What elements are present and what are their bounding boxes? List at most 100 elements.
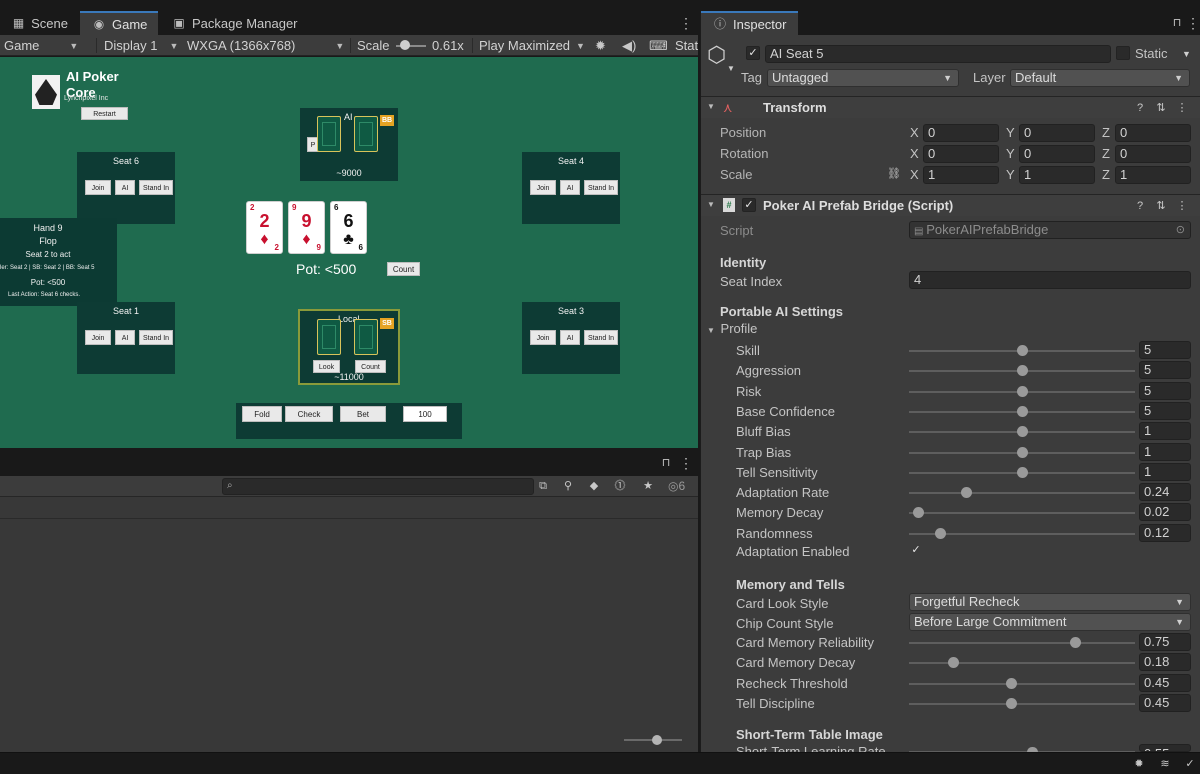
profile-slider-knob-7[interactable] [960,487,972,499]
profile-slider-knob-8[interactable] [913,507,925,519]
profile-value-field-5[interactable]: 1 [1139,442,1191,461]
profile-slider-knob-2[interactable] [1016,385,1028,397]
pot-count-button[interactable]: Count [387,262,420,276]
game-mode-dropdown[interactable]: Game ▼ [4,35,94,56]
zoom-slider-knob[interactable] [652,735,662,745]
profile-slider-knob-0[interactable] [1016,345,1028,356]
preset-icon[interactable]: ⇅ [1155,200,1167,212]
profile-value-field-6[interactable]: 1 [1139,462,1191,481]
hierarchy-icon[interactable]: ⚲ [562,480,574,492]
profile-slider-knob-9[interactable] [934,527,946,539]
memory-slider-track-2[interactable] [909,682,1135,685]
script-component-header[interactable]: ▼ # ✓ Poker AI Prefab Bridge (Script) ? … [701,194,1200,216]
memory-slider-track-1[interactable] [909,662,1135,665]
seat-index-field[interactable]: 4 [909,271,1191,289]
card-look-style-dropdown[interactable]: Forgetful Recheck ▼ [909,593,1191,611]
memory-value-field-0[interactable]: 0.75 [1139,633,1191,651]
left-pane-menu-icon[interactable]: ⋮ [679,16,693,30]
lock-icon[interactable]: ⊓ [1171,17,1183,29]
profile-slider-knob-6[interactable] [1016,466,1028,478]
profile-value-field-4[interactable]: 1 [1139,422,1191,441]
status-check-icon[interactable]: ✓ [1183,758,1197,770]
seat-4-stand-in-button[interactable]: Stand In [584,180,618,195]
bet-button[interactable]: Bet [340,406,386,422]
component-menu-icon[interactable]: ⋮ [1176,102,1188,114]
short-term-learning-rate-field[interactable]: 0.55 [1139,744,1191,752]
scale-x-field[interactable]: 1 [923,166,999,184]
memory-slider-knob-3[interactable] [1005,697,1017,709]
collapse-icon[interactable]: ⧉ [537,480,549,492]
seat-3-ai-button[interactable]: AI [560,330,580,345]
rotation-z-field[interactable]: 0 [1115,145,1191,163]
tab-inspector[interactable]: ⓘ Inspector [701,11,798,35]
profile-foldout[interactable]: ▼ Profile [707,321,757,336]
console-search-input[interactable]: ⌕ [222,478,534,495]
profile-value-field-8[interactable]: 0.02 [1139,503,1191,522]
console-menu-icon[interactable]: ⋮ [679,456,693,470]
lock-icon[interactable]: ⊓ [660,457,672,469]
seat-1-join-button[interactable]: Join [85,330,111,345]
position-z-field[interactable]: 0 [1115,124,1191,142]
bet-amount-input[interactable]: 100 [403,406,447,422]
profile-value-field-1[interactable]: 5 [1139,361,1191,380]
profile-slider-knob-1[interactable] [1016,365,1028,377]
link-icon[interactable]: ⛓ [887,168,901,180]
transform-header[interactable]: ▼ ⋏ Transform ? ⇅ ⋮ [701,96,1200,118]
script-enabled-checkbox[interactable]: ✓ [742,198,756,212]
profile-slider-knob-4[interactable] [1016,426,1028,438]
seat-1-ai-button[interactable]: AI [115,330,135,345]
inspector-menu-icon[interactable]: ⋮ [1186,16,1200,30]
tab-game[interactable]: ◉ Game [80,11,158,35]
memory-slider-knob-2[interactable] [1005,677,1017,689]
seat-6-join-button[interactable]: Join [85,180,111,195]
warning-icon[interactable]: ⓵ [614,480,626,492]
memory-slider-knob-0[interactable] [1070,637,1082,648]
layer-dropdown[interactable]: Default ▼ [1010,69,1190,87]
seat-6-stand-in-button[interactable]: Stand In [139,180,173,195]
seat-3-join-button[interactable]: Join [530,330,556,345]
component-menu-icon[interactable]: ⋮ [1176,200,1188,212]
static-checkbox[interactable] [1116,46,1130,60]
tag-icon[interactable]: ◆ [588,480,600,492]
tab-scene[interactable]: ▦ Scene [0,11,78,35]
seat-1-stand-in-button[interactable]: Stand In [139,330,173,345]
preset-icon[interactable]: ⇅ [1155,102,1167,114]
fold-button[interactable]: Fold [242,406,282,422]
layers-icon[interactable]: ≋ [1158,758,1172,770]
visibility-toggle[interactable]: ◎6 [668,479,685,493]
check-button[interactable]: Check [285,406,333,422]
debug-mode-icon[interactable]: ✹ [1132,758,1146,770]
rotation-y-field[interactable]: 0 [1019,145,1095,163]
keyboard-icon[interactable]: ⌨ [649,35,668,56]
profile-value-field-7[interactable]: 0.24 [1139,483,1191,502]
seat-6-ai-button[interactable]: AI [115,180,135,195]
position-x-field[interactable]: 0 [923,124,999,142]
audio-icon[interactable]: ◀) [622,35,636,56]
memory-slider-track-0[interactable] [909,642,1135,644]
memory-value-field-2[interactable]: 0.45 [1139,673,1191,692]
restart-button[interactable]: Restart [81,107,128,120]
object-picker-icon[interactable]: ⊙ [1176,222,1185,238]
object-name-field[interactable]: AI Seat 5 [765,45,1111,63]
help-icon[interactable]: ? [1134,102,1146,114]
profile-value-field-9[interactable]: 0.12 [1139,523,1191,542]
chevron-down-icon[interactable]: ▼ [1182,49,1191,59]
seat-4-join-button[interactable]: Join [530,180,556,195]
tag-dropdown[interactable]: Untagged ▼ [767,69,959,87]
active-checkbox[interactable]: ✓ [746,46,760,60]
tab-package-manager[interactable]: ▣ Package Manager [160,11,310,35]
display-dropdown[interactable]: Display 1 ▼ [104,35,178,56]
memory-slider-track-3[interactable] [909,702,1135,705]
stats-button[interactable]: Stat [675,35,698,56]
play-mode-dropdown[interactable]: Play Maximized ▼ [479,35,585,56]
scale-slider-knob[interactable] [400,40,410,50]
profile-slider-knob-3[interactable] [1016,405,1028,417]
chip-count-style-dropdown[interactable]: Before Large Commitment ▼ [909,613,1191,631]
bug-icon[interactable]: ✹ [595,35,606,56]
rotation-x-field[interactable]: 0 [923,145,999,163]
scale-z-field[interactable]: 1 [1115,166,1191,184]
profile-slider-track-8[interactable] [909,512,1135,515]
profile-value-field-0[interactable]: 5 [1139,341,1191,359]
scale-y-field[interactable]: 1 [1019,166,1095,184]
profile-value-field-2[interactable]: 5 [1139,381,1191,400]
